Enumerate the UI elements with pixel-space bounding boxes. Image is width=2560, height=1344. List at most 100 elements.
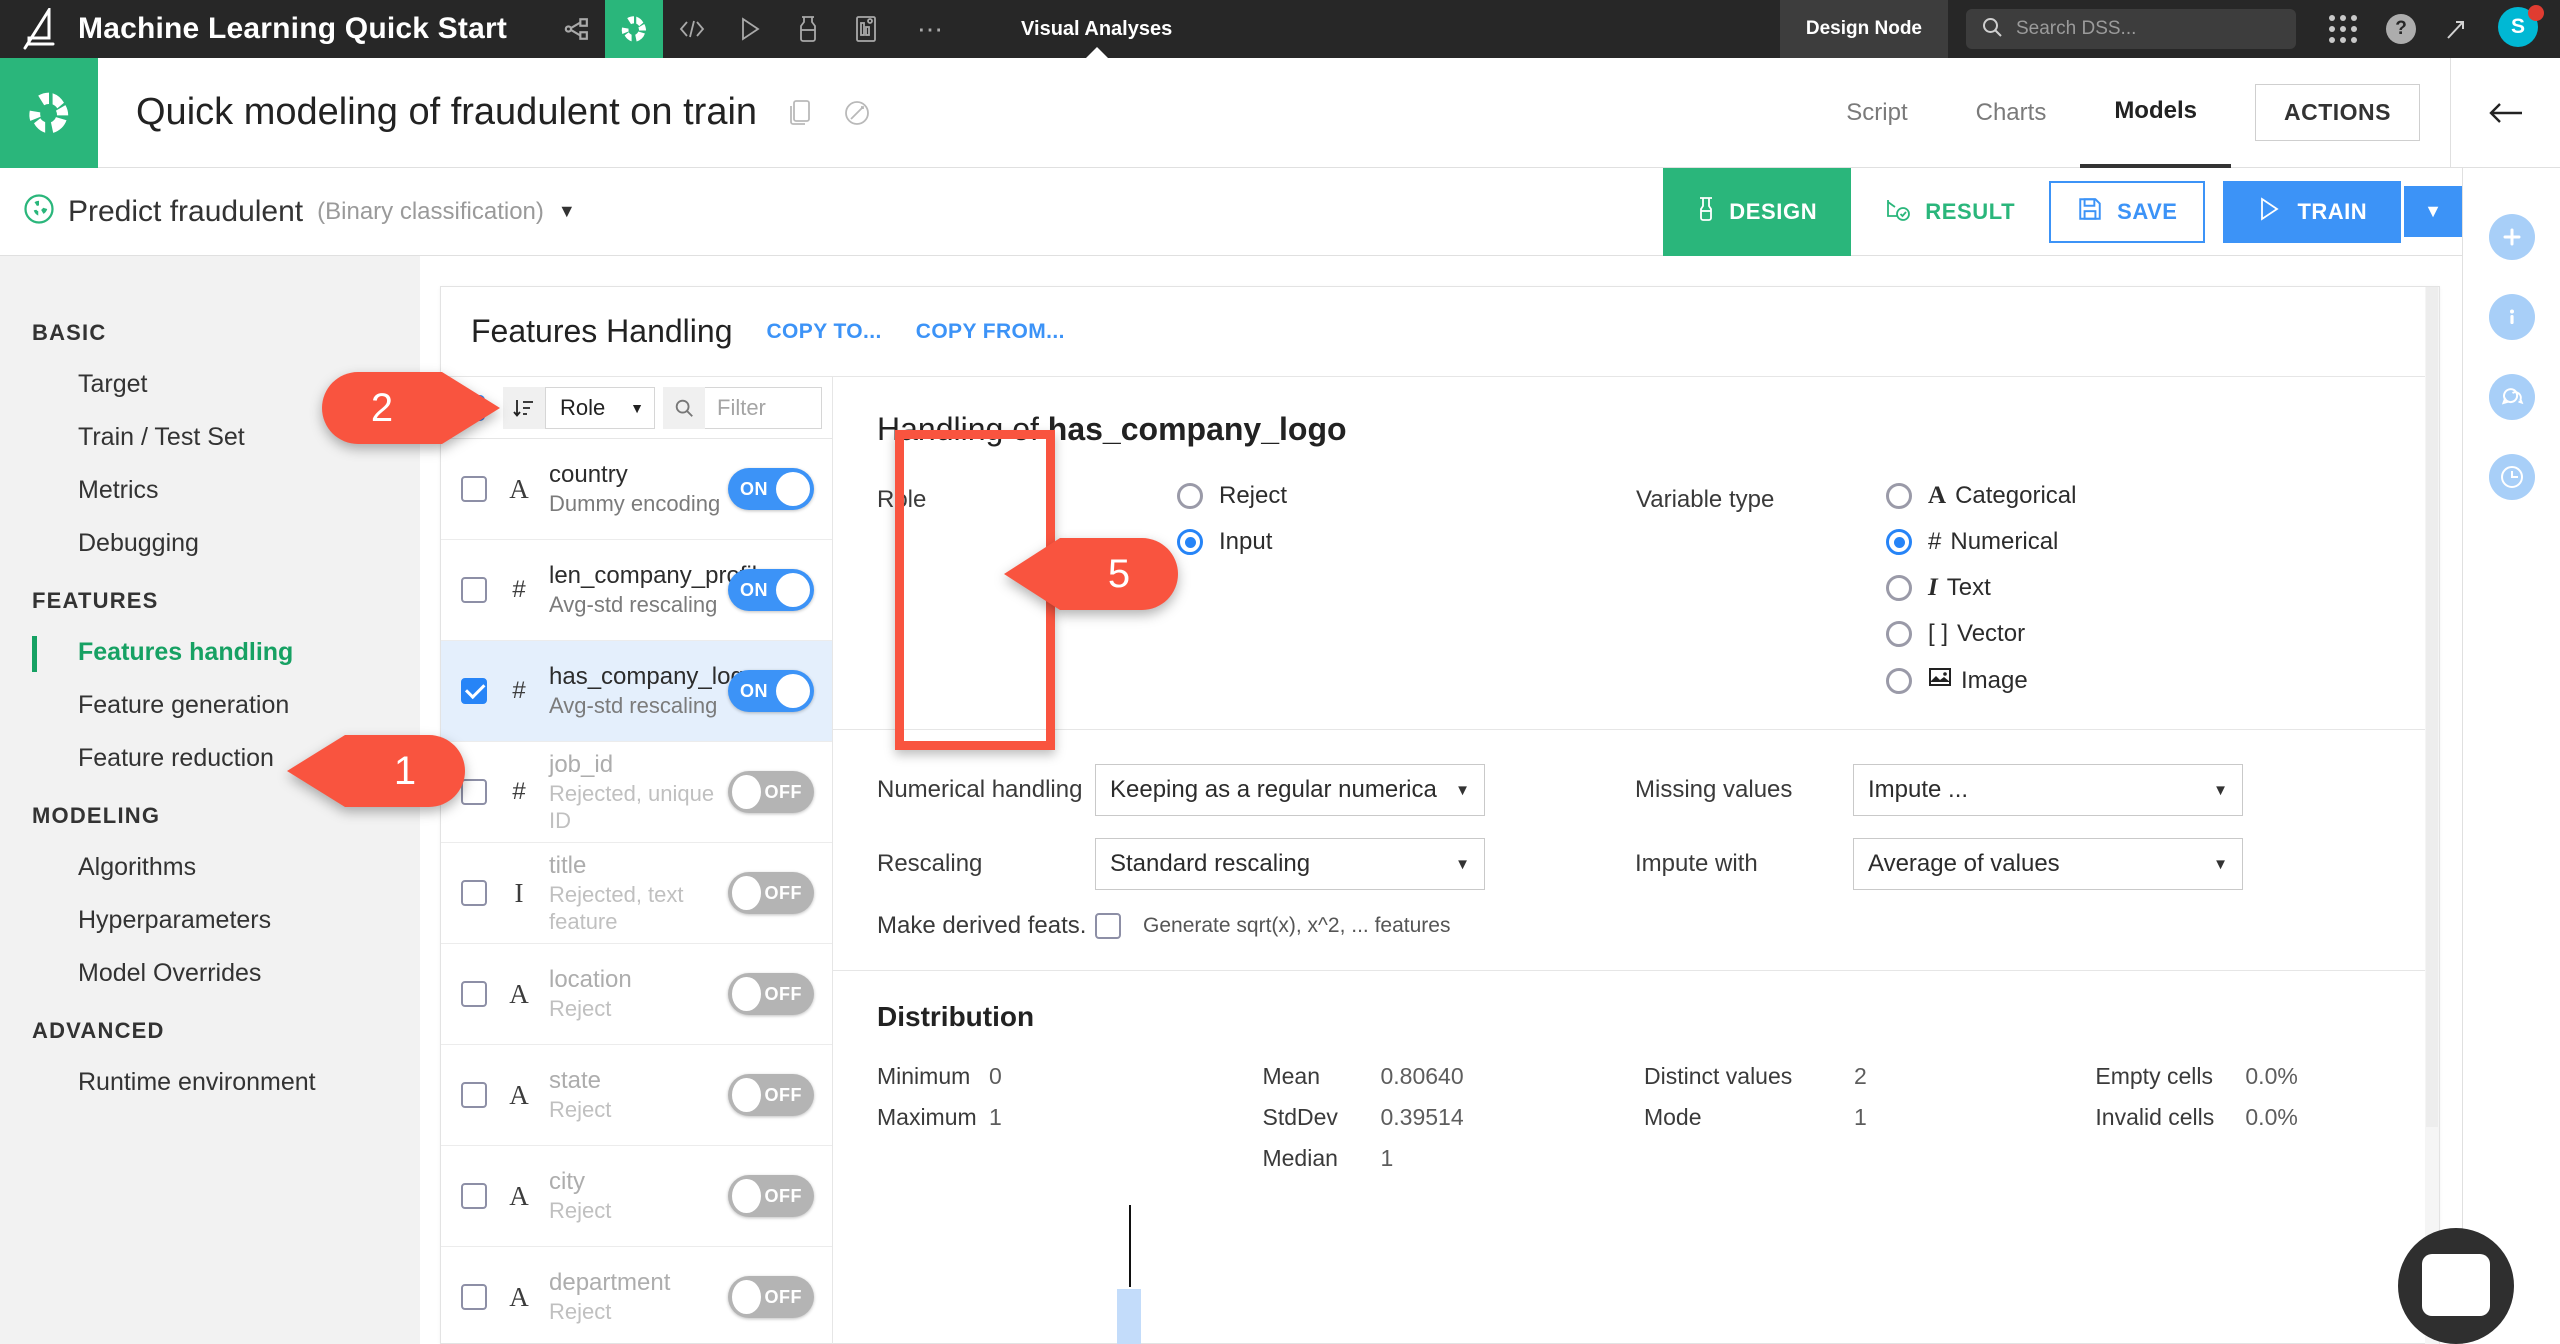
table-row[interactable]: A city Reject OFF	[441, 1146, 832, 1247]
tab-models[interactable]: Models	[2080, 58, 2231, 168]
history-icon[interactable]	[2488, 454, 2535, 500]
radio-vartype-numerical[interactable]: # Numerical	[1886, 528, 2076, 556]
sidebar-group-advanced: ADVANCED	[32, 1018, 165, 1043]
radio-vartype-text[interactable]: I Text	[1886, 574, 2076, 602]
table-row[interactable]: # len_company_profile Avg-std rescaling …	[441, 540, 832, 641]
sidebar-item-model-overrides[interactable]: Model Overrides	[0, 947, 420, 1000]
sharing-icon[interactable]	[843, 99, 871, 127]
train-button[interactable]: TRAIN	[2223, 180, 2402, 243]
feature-toggle[interactable]: OFF	[728, 771, 814, 813]
dashboard-icon[interactable]	[837, 0, 895, 58]
row-checkbox[interactable]	[461, 1082, 487, 1108]
row-checkbox[interactable]	[461, 1183, 487, 1209]
sidebar-item-hyperparameters[interactable]: Hyperparameters	[0, 894, 420, 947]
tab-design[interactable]: DESIGN	[1663, 167, 1852, 256]
play-icon[interactable]	[721, 0, 779, 58]
row-checkbox[interactable]	[461, 577, 487, 603]
sidebar-item-runtime-environment[interactable]: Runtime environment	[0, 1056, 420, 1109]
feature-toggle[interactable]: OFF	[728, 973, 814, 1015]
derived-feats-checkbox[interactable]	[1095, 913, 1121, 939]
table-row[interactable]: A state Reject OFF	[441, 1045, 832, 1146]
radio-role-reject[interactable]: Reject	[1177, 482, 1287, 510]
copy-to-button[interactable]: COPY TO...	[766, 320, 881, 344]
help-icon[interactable]: ?	[2372, 0, 2430, 58]
tab-charts[interactable]: Charts	[1942, 58, 2081, 168]
sidebar-group-basic: BASIC	[32, 320, 107, 345]
radio-vartype-categorical[interactable]: A Categorical	[1886, 482, 2076, 510]
save-button[interactable]: SAVE	[2049, 180, 2206, 243]
feature-toggle[interactable]: OFF	[728, 1074, 814, 1116]
flow-icon[interactable]	[547, 0, 605, 58]
feature-toggle[interactable]: ON	[728, 569, 814, 611]
feature-toggle[interactable]: ON	[728, 468, 814, 510]
sidebar-item-metrics[interactable]: Metrics	[0, 464, 420, 517]
target-type: (Binary classification)	[317, 197, 544, 225]
vertical-scrollbar[interactable]	[2425, 287, 2439, 1344]
project-title[interactable]: Machine Learning Quick Start	[78, 12, 507, 46]
discussions-icon[interactable]	[2488, 374, 2535, 420]
sidebar-item-feature-generation[interactable]: Feature generation	[0, 679, 420, 732]
jobs-icon[interactable]	[779, 0, 837, 58]
avatar[interactable]: S	[2498, 5, 2544, 51]
row-checkbox[interactable]	[461, 1284, 487, 1310]
table-row[interactable]: A department Reject OFF	[441, 1247, 832, 1344]
grid-apps-icon[interactable]	[2314, 0, 2372, 58]
target-selector[interactable]: Predict fraudulent (Binary classificatio…	[24, 194, 576, 229]
sidebar-item-algorithms[interactable]: Algorithms	[0, 841, 420, 894]
train-dropdown-button[interactable]: ▼	[2404, 186, 2462, 237]
row-checkbox[interactable]	[461, 981, 487, 1007]
tab-script[interactable]: Script	[1812, 58, 1941, 168]
arrow-left-icon[interactable]	[2450, 57, 2560, 168]
feature-toggle[interactable]: OFF	[728, 1175, 814, 1217]
tab-result[interactable]: RESULT	[1851, 168, 2049, 256]
radio-role-input[interactable]: Input	[1177, 528, 1287, 556]
row-checkbox[interactable]	[461, 678, 487, 704]
trending-up-icon[interactable]	[2430, 0, 2488, 58]
feature-name: country	[549, 461, 628, 489]
table-row[interactable]: A location Reject OFF	[441, 944, 832, 1045]
rescaling-select[interactable]: Standard rescaling ▼	[1095, 838, 1485, 890]
sidebar-item-debugging[interactable]: Debugging	[0, 517, 420, 570]
table-row[interactable]: # has_company_logo Avg-std rescaling ON	[441, 641, 832, 742]
numerical-handling-select[interactable]: Keeping as a regular numerica ▼	[1095, 764, 1485, 816]
chevron-down-icon[interactable]: ▼	[558, 201, 576, 222]
missing-values-select[interactable]: Impute ... ▼	[1853, 764, 2243, 816]
feature-desc: Avg-std rescaling	[549, 693, 718, 719]
info-icon[interactable]	[2488, 294, 2535, 340]
filter-input[interactable]	[705, 386, 822, 429]
copy-from-button[interactable]: COPY FROM...	[916, 320, 1065, 344]
section-visual-analyses[interactable]: Visual Analyses	[1007, 0, 1186, 58]
scrollbar-thumb[interactable]	[2426, 287, 2438, 1127]
design-node-badge[interactable]: Design Node	[1779, 0, 1948, 58]
feature-desc: Reject	[549, 996, 612, 1022]
type-icon-categorical: A	[509, 1079, 529, 1110]
row-checkbox[interactable]	[461, 880, 487, 906]
table-row[interactable]: I title Rejected, text feature OFF	[441, 843, 832, 944]
sidebar-item-features-handling[interactable]: Features handling	[0, 626, 420, 679]
search-input[interactable]	[2016, 18, 2282, 40]
global-search[interactable]	[1966, 9, 2296, 49]
chevron-down-icon: ▼	[2213, 855, 2228, 873]
chat-bubble-icon[interactable]	[2398, 1228, 2514, 1344]
table-row[interactable]: # job_id Rejected, unique ID OFF	[441, 742, 832, 843]
feature-detail-panel: Handling of has_company_logo Role Reject	[833, 377, 2439, 1344]
table-row[interactable]: A country Dummy encoding ON	[441, 439, 832, 540]
row-checkbox[interactable]	[461, 476, 487, 502]
lab-icon[interactable]	[605, 0, 664, 58]
code-icon[interactable]	[663, 0, 721, 58]
impute-with-select[interactable]: Average of values ▼	[1853, 838, 2243, 890]
actions-button[interactable]: ACTIONS	[2255, 84, 2420, 141]
sort-by-select[interactable]: Role ▼	[545, 386, 655, 429]
duplicate-icon[interactable]	[787, 98, 813, 128]
feature-toggle[interactable]: ON	[728, 670, 814, 712]
more-icon[interactable]: ⋯	[895, 16, 967, 42]
stat-key: Maximum	[877, 1104, 977, 1130]
sort-icon[interactable]	[503, 386, 545, 429]
plus-icon[interactable]	[2488, 214, 2535, 260]
feature-toggle[interactable]: OFF	[728, 1276, 814, 1318]
radio-vartype-vector[interactable]: [ ] Vector	[1886, 620, 2076, 648]
feature-toggle[interactable]: OFF	[728, 872, 814, 914]
row-checkbox[interactable]	[461, 779, 487, 805]
dataiku-logo[interactable]	[0, 0, 78, 58]
radio-vartype-image[interactable]: Image	[1886, 666, 2076, 695]
